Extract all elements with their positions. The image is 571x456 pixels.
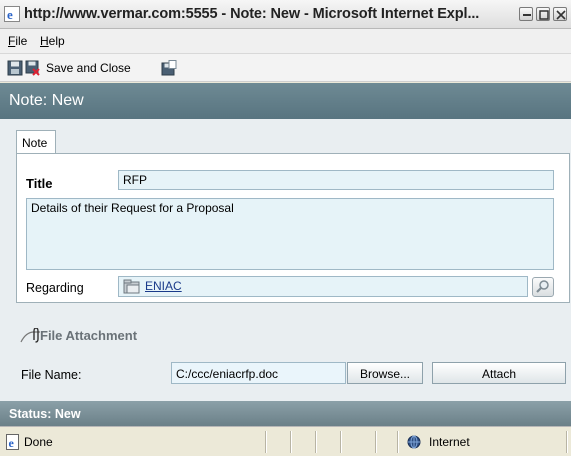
menu-file-label: ile bbox=[15, 34, 28, 48]
done-page-icon: e bbox=[6, 434, 19, 450]
tab-note-label: Note bbox=[22, 136, 48, 150]
browse-button[interactable]: Browse... bbox=[347, 362, 423, 384]
window-title: http://www.vermar.com:5555 - Note: New -… bbox=[24, 6, 480, 22]
close-button[interactable] bbox=[553, 7, 567, 21]
status-divider bbox=[340, 431, 341, 453]
toolbar: Save and Close bbox=[0, 54, 571, 82]
form-status-bar: Status: New bbox=[0, 401, 571, 426]
form-header: Note: New bbox=[0, 83, 571, 119]
title-value: RFP bbox=[123, 173, 147, 187]
window-title-bar[interactable]: e http://www.vermar.com:5555 - Note: New… bbox=[0, 0, 571, 29]
close-icon bbox=[556, 10, 566, 20]
menu-file[interactable]: File bbox=[8, 34, 27, 48]
save-and-close-icon[interactable] bbox=[25, 60, 41, 76]
status-divider bbox=[290, 431, 291, 453]
record-icon bbox=[123, 279, 140, 294]
save-icon[interactable] bbox=[7, 60, 23, 76]
note-body-value: Details of their Request for a Proposal bbox=[31, 201, 234, 215]
menu-bar: File Help bbox=[0, 29, 571, 54]
maximize-icon bbox=[539, 10, 549, 20]
menu-help-label: elp bbox=[48, 34, 65, 48]
status-divider bbox=[265, 431, 266, 453]
title-label: Title bbox=[26, 176, 53, 191]
security-zone-text: Internet bbox=[429, 435, 470, 449]
lookup-icon bbox=[536, 280, 549, 293]
menu-help[interactable]: Help bbox=[40, 34, 65, 48]
file-name-input[interactable]: C:/ccc/eniacrfp.doc bbox=[171, 362, 346, 384]
title-field[interactable]: RFP bbox=[118, 170, 554, 190]
attach-button[interactable]: Attach bbox=[432, 362, 566, 384]
file-name-value: C:/ccc/eniacrfp.doc bbox=[176, 367, 279, 381]
svg-text:e: e bbox=[7, 7, 13, 22]
menu-help-accel: H bbox=[40, 34, 49, 48]
paperclip-icon bbox=[20, 328, 40, 343]
form-status-text: Status: New bbox=[9, 407, 81, 421]
status-divider bbox=[375, 431, 376, 453]
maximize-button[interactable] bbox=[536, 7, 550, 21]
regarding-field[interactable]: ENIAC bbox=[118, 276, 528, 297]
minimize-icon bbox=[523, 14, 531, 16]
save-and-new-icon[interactable] bbox=[161, 60, 177, 76]
svg-text:e: e bbox=[9, 436, 15, 450]
browser-status-text: Done bbox=[24, 435, 53, 449]
status-divider bbox=[397, 431, 398, 453]
note-body-textarea[interactable]: Details of their Request for a Proposal bbox=[26, 198, 554, 270]
file-attachment-section: File Attachment bbox=[0, 324, 571, 346]
save-and-close-button[interactable]: Save and Close bbox=[46, 61, 131, 75]
status-divider bbox=[315, 431, 316, 453]
lookup-button[interactable] bbox=[532, 277, 554, 297]
ie-icon: e bbox=[4, 6, 20, 22]
file-name-label: File Name: bbox=[21, 368, 82, 382]
regarding-label: Regarding bbox=[26, 281, 84, 295]
tab-note[interactable]: Note bbox=[16, 130, 56, 154]
file-attachment-title: File Attachment bbox=[40, 328, 138, 343]
regarding-link[interactable]: ENIAC bbox=[145, 279, 182, 293]
form-title: Note: New bbox=[9, 92, 84, 109]
minimize-button[interactable] bbox=[519, 7, 533, 21]
internet-globe-icon bbox=[407, 435, 421, 449]
status-divider bbox=[566, 431, 567, 453]
browser-status-bar: e Done Internet bbox=[0, 426, 571, 456]
